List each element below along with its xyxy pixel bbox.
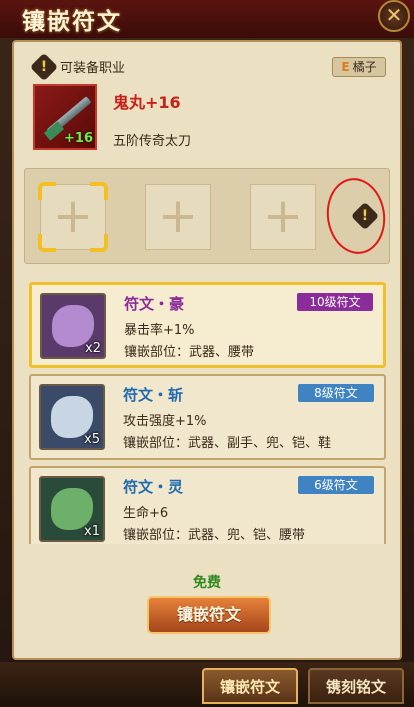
plus-icon: +	[157, 188, 199, 244]
rune-icon: x1	[39, 476, 105, 542]
rune-name: 符文・豪	[124, 295, 185, 313]
weapon-level-badge: +16	[64, 131, 93, 146]
class-requirement-label: 可装备职业	[60, 61, 126, 76]
weapon-icon[interactable]: +16	[33, 84, 97, 150]
tab-inlay-rune[interactable]: 镶嵌符文	[202, 668, 298, 704]
weapon-name: 鬼丸+16	[113, 93, 181, 112]
rune-stat: 生命+6	[123, 506, 169, 521]
rune-level-badge: 10级符文	[297, 293, 373, 311]
warning-icon: !	[29, 52, 59, 82]
title-bar: 镶嵌符文 ✕	[0, 0, 414, 38]
plus-icon: +	[52, 188, 94, 244]
page-title: 镶嵌符文	[22, 9, 122, 35]
rune-slot-types: 镶嵌部位：武器、腰带	[124, 345, 255, 360]
class-name: 橘子	[352, 60, 377, 74]
rune-slot-types: 镶嵌部位：武器、副手、兜、铠、鞋	[123, 436, 332, 451]
rune-slot-1[interactable]: +	[38, 182, 108, 252]
rune-level-badge: 8级符文	[298, 384, 374, 402]
rune-name: 符文・斩	[123, 386, 184, 404]
inlay-rune-button[interactable]: 镶嵌符文	[147, 596, 271, 634]
rune-count: x1	[84, 524, 100, 539]
rune-stat: 暴击率+1%	[124, 323, 195, 338]
rune-count: x2	[85, 341, 101, 356]
rune-stat: 攻击强度+1%	[123, 414, 207, 429]
rune-card-1[interactable]: x2 符文・豪 10级符文 暴击率+1% 镶嵌部位：武器、腰带	[29, 282, 386, 368]
rune-icon: x5	[39, 384, 105, 450]
close-icon[interactable]: ✕	[378, 0, 410, 32]
rune-slot-2[interactable]: +	[145, 184, 211, 250]
rune-icon: x2	[40, 293, 106, 359]
rune-slot-3[interactable]: +	[250, 184, 316, 250]
rune-name: 符文・灵	[123, 478, 184, 496]
weapon-description: 五阶传奇太刀	[113, 134, 192, 149]
rune-card-3[interactable]: x1 符文・灵 6级符文 生命+6 镶嵌部位：武器、兜、铠、腰带	[29, 466, 386, 544]
class-grade: E	[341, 60, 350, 74]
rune-level-badge: 6级符文	[298, 476, 374, 494]
rune-count: x5	[84, 432, 100, 447]
class-badge: E 橘子	[332, 57, 386, 77]
rune-slot-types: 镶嵌部位：武器、兜、铠、腰带	[123, 528, 306, 543]
rune-list[interactable]: x2 符文・豪 10级符文 暴击率+1% 镶嵌部位：武器、腰带 x5 符文・斩 …	[24, 278, 390, 544]
tab-engrave-inscription[interactable]: 镌刻铭文	[308, 668, 404, 704]
cost-label: 免费	[193, 575, 221, 591]
plus-icon: +	[262, 188, 304, 244]
rune-card-2[interactable]: x5 符文・斩 8级符文 攻击强度+1% 镶嵌部位：武器、副手、兜、铠、鞋	[29, 374, 386, 460]
